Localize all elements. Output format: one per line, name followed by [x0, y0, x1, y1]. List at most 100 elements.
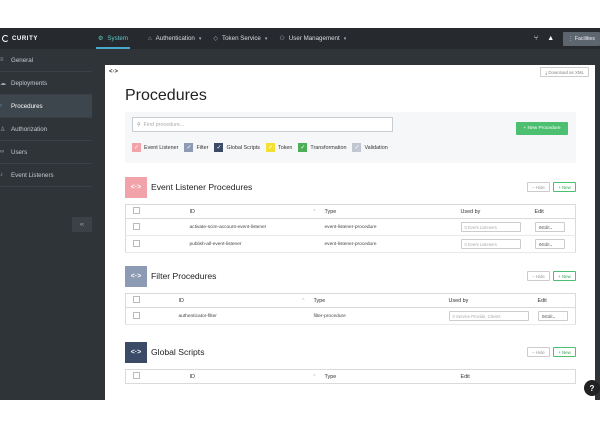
row-checkbox[interactable]: [133, 311, 140, 319]
hide-button[interactable]: – Hide: [527, 182, 550, 192]
table-row: publish-all-event-listener event-listene…: [125, 235, 576, 253]
column-type: Type: [324, 204, 461, 219]
sort-icon[interactable]: ⌃: [312, 209, 316, 215]
column-id[interactable]: ID ⌃: [189, 369, 325, 384]
top-right-tools: ⑂ ▲ ⋮ Facilities: [534, 28, 600, 49]
code-icon: <·>: [125, 265, 147, 287]
column-type: Type: [313, 293, 449, 308]
user-icon[interactable]: ▲: [547, 35, 554, 42]
sidebar-item-label: Users: [11, 148, 28, 156]
help-button[interactable]: ?: [584, 380, 600, 396]
sidebar-item-users[interactable]: ∞ Users: [0, 141, 92, 164]
global-scripts-section: <·> Global Scripts – Hide + New ID ⌃ Type…: [125, 341, 576, 384]
used-by-dropdown[interactable]: 0 Service Provide, Clients: [448, 311, 529, 321]
procedure-type: event-listener-procedure: [324, 218, 461, 236]
filter-label: Transformation: [310, 144, 347, 151]
brand-name: CURITY: [12, 35, 38, 42]
tab-system-label: System: [107, 35, 129, 42]
edit-button[interactable]: ⚙ Edit ⌄: [534, 222, 565, 232]
new-button[interactable]: + New: [553, 347, 576, 357]
procedure-id[interactable]: publish-all-event-listener: [189, 235, 325, 253]
gear-icon: ⚙: [98, 36, 104, 42]
tag-icon: ◇: [213, 36, 219, 42]
section-title: Filter Procedures: [151, 271, 217, 281]
app-frame: CURITY ⚙ System ⌂ Authentication ▾ ◇ Tok…: [0, 28, 600, 400]
sidebar-item-authorization[interactable]: ♙ Authorization: [0, 118, 92, 141]
filter-filter[interactable]: ✓ Filter: [184, 143, 208, 152]
select-all-checkbox[interactable]: [133, 372, 140, 379]
table-header-row: ID ⌃ Type Used by Edit: [125, 293, 576, 308]
filter-label: Global Scripts: [226, 144, 261, 151]
tab-user-management[interactable]: ⚇ User Management ▾: [273, 28, 352, 49]
row-checkbox[interactable]: [133, 222, 140, 230]
tab-token-service-label: Token Service: [222, 35, 261, 42]
top-navbar: CURITY ⚙ System ⌂ Authentication ▾ ◇ Tok…: [0, 28, 600, 49]
filter-label: Filter: [196, 144, 209, 151]
sort-icon[interactable]: ⌃: [301, 298, 305, 304]
code-icon: ›: [0, 103, 2, 109]
procedure-id[interactable]: authenticator-filter: [178, 307, 314, 325]
filter-label: Event Listener: [144, 144, 179, 151]
column-used-by: Used by: [460, 204, 535, 219]
new-button[interactable]: + New: [553, 271, 576, 281]
checkbox-icon: ✓: [298, 143, 308, 152]
filter-box: ⚲ Find procedure... + New Procedure ✓ Ev…: [125, 112, 576, 163]
filter-validation[interactable]: ✓ Validation: [352, 143, 388, 152]
sliders-icon: ≡: [0, 57, 4, 63]
select-all-checkbox[interactable]: [133, 207, 140, 214]
procedure-type: event-listener-procedure: [324, 235, 461, 253]
page-title: Procedures: [125, 87, 207, 104]
procedures-table: ID ⌃ Type Edit: [125, 369, 576, 384]
sidebar-item-procedures[interactable]: › Procedures: [0, 95, 92, 118]
checkbox-icon: ✓: [266, 143, 276, 152]
column-type: Type: [324, 369, 461, 384]
users-icon: ∞: [0, 149, 5, 155]
code-icon: <·>: [125, 341, 147, 363]
new-procedure-button[interactable]: + New Procedure: [516, 122, 568, 135]
fork-icon[interactable]: ⑂: [534, 35, 538, 42]
filter-transformation[interactable]: ✓ Transformation: [298, 143, 346, 152]
search-input[interactable]: ⚲ Find procedure...: [132, 117, 393, 132]
hide-button[interactable]: – Hide: [527, 271, 550, 281]
edit-button[interactable]: ⚙ Edit ⌄: [534, 239, 565, 249]
row-checkbox[interactable]: [133, 239, 140, 247]
select-all-checkbox[interactable]: [133, 296, 140, 303]
tab-authentication[interactable]: ⌂ Authentication ▾: [142, 28, 207, 49]
caret-down-icon: ▾: [264, 35, 268, 42]
filter-event-listener[interactable]: ✓ Event Listener: [132, 143, 178, 152]
column-id[interactable]: ID ⌃: [189, 204, 325, 219]
code-icon: <·>: [125, 176, 147, 198]
tab-system[interactable]: ⚙ System: [92, 28, 134, 49]
filter-label: Token: [278, 144, 293, 151]
checkbox-icon: ✓: [214, 143, 224, 152]
filter-label: Validation: [364, 144, 388, 151]
section-header: <·> Global Scripts – Hide + New: [125, 341, 576, 363]
facilities-button[interactable]: ⋮ Facilities: [563, 31, 600, 46]
collapse-sidebar-button[interactable]: ‹‹: [72, 217, 92, 232]
used-by-dropdown[interactable]: 0 Event Listeners: [460, 222, 521, 232]
event-listener-section: <·> Event Listener Procedures – Hide + N…: [125, 176, 576, 253]
used-by-dropdown[interactable]: 0 Event Listeners: [460, 239, 521, 249]
sidebar-item-deployments[interactable]: ☁ Deployments: [0, 72, 92, 95]
tab-authentication-label: Authentication: [155, 35, 195, 42]
download-xml-button[interactable]: ⤓ Download as XML: [540, 67, 589, 77]
brand-logo[interactable]: CURITY: [0, 28, 92, 49]
sidebar-item-label: General: [11, 56, 34, 64]
procedure-id[interactable]: activate-scim-account-event-listener: [189, 218, 325, 236]
filter-global-scripts[interactable]: ✓ Global Scripts: [214, 143, 260, 152]
edit-button[interactable]: ⚙ Edit ⌄: [537, 311, 568, 321]
sidebar-item-general[interactable]: ≡ General: [0, 49, 92, 72]
filter-token[interactable]: ✓ Token: [266, 143, 292, 152]
sort-icon[interactable]: ⌃: [312, 374, 316, 380]
checkbox-icon: ✓: [184, 143, 194, 152]
hide-button[interactable]: – Hide: [527, 347, 550, 357]
column-id[interactable]: ID ⌃: [178, 293, 314, 308]
column-edit: Edit: [460, 369, 576, 384]
new-button[interactable]: + New: [553, 182, 576, 192]
code-icon: <·>: [109, 69, 119, 75]
caret-down-icon: ▾: [198, 35, 202, 42]
tab-token-service[interactable]: ◇ Token Service ▾: [207, 28, 273, 49]
sidebar-item-event-listeners[interactable]: ♪ Event Listeners: [0, 164, 92, 187]
section-title: Event Listener Procedures: [151, 182, 253, 192]
sidebar-item-label: Deployments: [11, 79, 48, 87]
